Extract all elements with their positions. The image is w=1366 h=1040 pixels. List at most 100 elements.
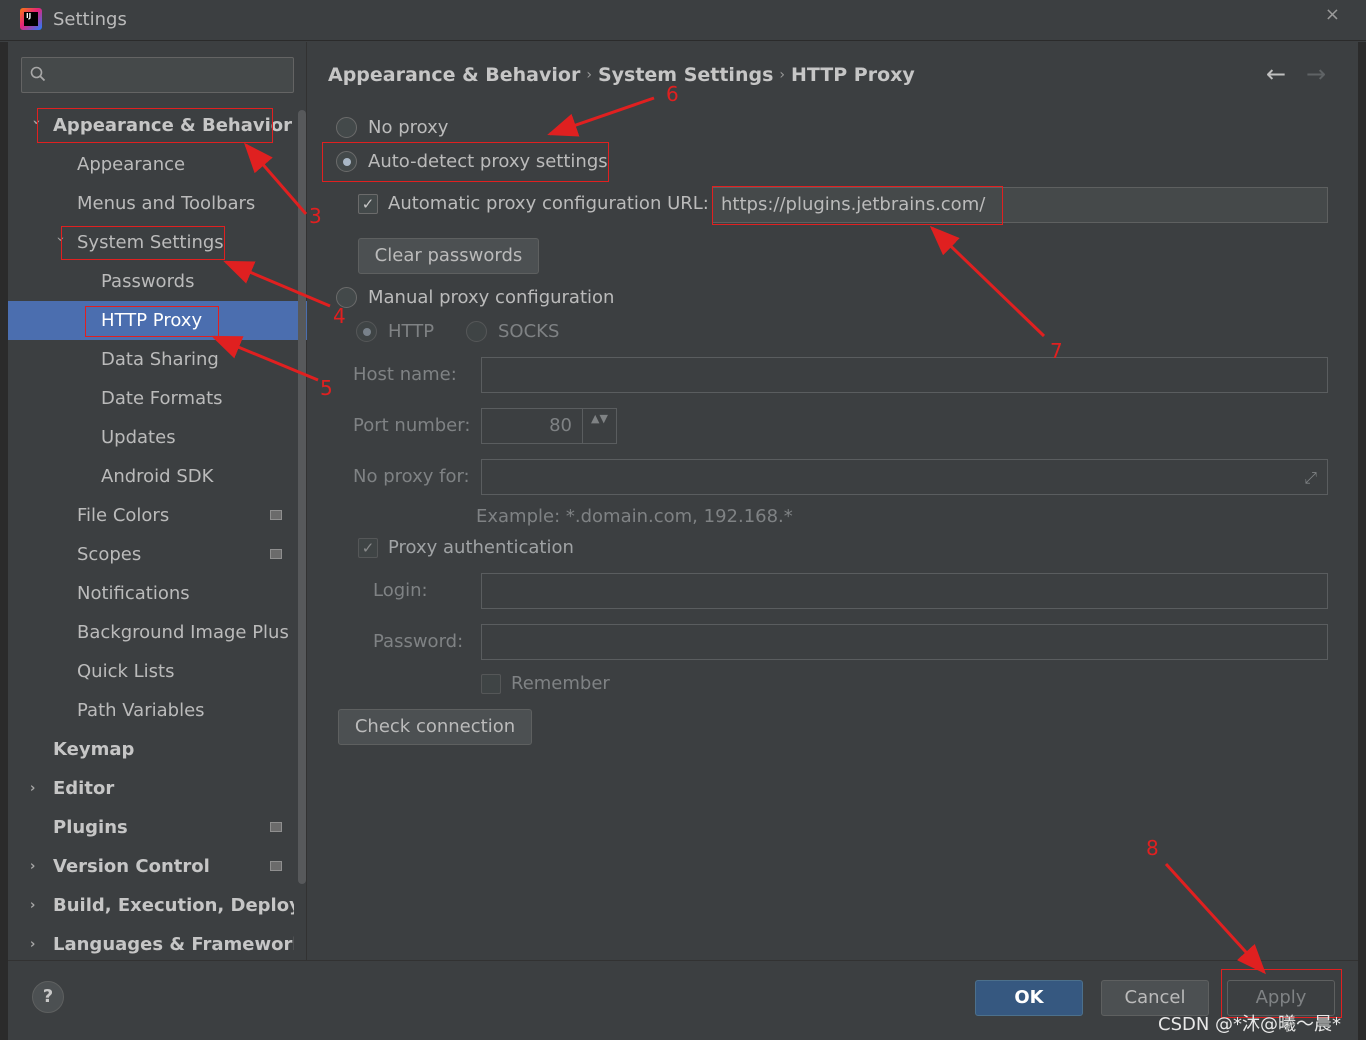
- search-input[interactable]: [21, 57, 294, 93]
- breadcrumb-separator: ›: [779, 67, 785, 83]
- tree-item-version-control[interactable]: › Version Control: [8, 847, 294, 886]
- remember-label[interactable]: Remember: [511, 673, 610, 694]
- title-bar: IJ Settings ×: [0, 0, 1366, 41]
- spinner-arrows-icon[interactable]: ▲▼: [582, 409, 616, 443]
- chevron-right-icon[interactable]: ›: [30, 769, 42, 808]
- tree-item-scopes[interactable]: Scopes: [8, 535, 294, 574]
- settings-sidebar: › Appearance & Behavior Appearance Menus…: [8, 42, 307, 960]
- tree-item-file-colors[interactable]: File Colors: [8, 496, 294, 535]
- window-title: Settings: [53, 9, 127, 30]
- tree-item-label: Passwords: [101, 271, 195, 292]
- tree-item-keymap[interactable]: Keymap: [8, 730, 294, 769]
- manual-proxy-label[interactable]: Manual proxy configuration: [368, 287, 614, 308]
- dialog-footer: ? OK Cancel Apply: [8, 960, 1358, 1032]
- login-input[interactable]: [481, 573, 1328, 609]
- host-name-input[interactable]: [481, 357, 1328, 393]
- back-arrow-icon[interactable]: ←: [1266, 60, 1286, 88]
- annotation-box-auto-detect: [322, 142, 609, 182]
- proxy-auth-label[interactable]: Proxy authentication: [388, 537, 574, 558]
- tree-item-path-variables[interactable]: Path Variables: [8, 691, 294, 730]
- tree-item-data-sharing[interactable]: Data Sharing: [8, 340, 294, 379]
- proxy-auth-checkbox[interactable]: ✓: [358, 538, 378, 558]
- port-number-stepper[interactable]: 80 ▲▼: [481, 408, 617, 444]
- no-proxy-for-input[interactable]: ⤢: [481, 459, 1328, 495]
- tree-item-languages-frameworks[interactable]: › Languages & Frameworks: [8, 925, 294, 964]
- check-connection-button[interactable]: Check connection: [338, 709, 532, 745]
- port-number-label: Port number:: [353, 415, 471, 436]
- chevron-right-icon[interactable]: ›: [30, 847, 42, 886]
- annotation-box-auto-url: [712, 186, 1003, 225]
- clear-passwords-button[interactable]: Clear passwords: [358, 238, 539, 274]
- http-label[interactable]: HTTP: [388, 321, 434, 342]
- login-label: Login:: [373, 580, 428, 601]
- watermark: CSDN @*沐@曦～晨*: [1158, 1014, 1342, 1035]
- annotation-box-system-settings: [61, 226, 225, 260]
- annotation-box-appearance-behavior: [37, 108, 273, 143]
- expand-icon[interactable]: ⤢: [1304, 468, 1317, 488]
- chevron-right-icon[interactable]: ›: [30, 925, 42, 964]
- tree-item-label: Version Control: [53, 856, 210, 877]
- breadcrumb-item: HTTP Proxy: [791, 64, 915, 86]
- help-icon[interactable]: ?: [32, 981, 64, 1013]
- ok-button[interactable]: OK: [975, 980, 1083, 1016]
- tree-item-updates[interactable]: Updates: [8, 418, 294, 457]
- remember-checkbox[interactable]: [481, 674, 501, 694]
- tree-item-quick-lists[interactable]: Quick Lists: [8, 652, 294, 691]
- annotation-box-http-proxy: [85, 306, 219, 337]
- close-icon[interactable]: ×: [1325, 4, 1340, 25]
- no-proxy-example-hint: Example: *.domain.com, 192.168.*: [476, 506, 793, 527]
- socks-label[interactable]: SOCKS: [498, 321, 559, 342]
- tree-item-label: Background Image Plus: [77, 622, 289, 643]
- no-proxy-label[interactable]: No proxy: [368, 117, 448, 138]
- intellij-logo-icon: IJ: [20, 8, 42, 30]
- password-label: Password:: [373, 631, 464, 652]
- breadcrumb: Appearance & Behavior › System Settings › HT…: [328, 64, 915, 86]
- no-proxy-for-label: No proxy for:: [353, 466, 470, 487]
- project-level-icon: [270, 510, 282, 520]
- tree-item-label: Scopes: [77, 544, 142, 565]
- tree-item-label: Path Variables: [77, 700, 205, 721]
- tree-item-label: Menus and Toolbars: [77, 193, 256, 214]
- chevron-right-icon[interactable]: ›: [30, 886, 42, 925]
- breadcrumb-item: System Settings: [597, 64, 774, 86]
- no-proxy-radio[interactable]: [336, 117, 357, 138]
- tree-item-label: Updates: [101, 427, 176, 448]
- tree-item-menus-toolbars[interactable]: Menus and Toolbars: [8, 184, 294, 223]
- forward-arrow-icon[interactable]: →: [1306, 60, 1326, 88]
- right-window-edge: [1358, 42, 1366, 1040]
- annotation-number-3: 3: [309, 204, 322, 228]
- tree-item-plugins[interactable]: Plugins: [8, 808, 294, 847]
- left-window-edge: [0, 42, 8, 1040]
- password-input[interactable]: [481, 624, 1328, 660]
- port-number-value: 80: [549, 415, 572, 436]
- tree-item-background-image-plus[interactable]: Background Image Plus: [8, 613, 294, 652]
- breadcrumb-separator: ›: [586, 67, 592, 83]
- tree-item-passwords[interactable]: Passwords: [8, 262, 294, 301]
- tree-item-editor[interactable]: › Editor: [8, 769, 294, 808]
- tree-item-label: Quick Lists: [77, 661, 175, 682]
- tree-item-notifications[interactable]: Notifications: [8, 574, 294, 613]
- auto-url-checkbox[interactable]: ✓: [358, 194, 378, 214]
- sidebar-scrollbar[interactable]: [298, 110, 306, 884]
- annotation-number-7: 7: [1050, 339, 1063, 363]
- search-icon: [30, 66, 46, 82]
- tree-item-label: Data Sharing: [101, 349, 219, 370]
- annotation-number-5: 5: [320, 376, 333, 400]
- annotation-number-4: 4: [333, 304, 346, 328]
- project-level-icon: [270, 822, 282, 832]
- socks-radio[interactable]: [466, 321, 487, 342]
- tree-item-label: Keymap: [53, 739, 135, 760]
- tree-item-label: File Colors: [77, 505, 170, 526]
- tree-item-label: Android SDK: [101, 466, 214, 487]
- annotation-number-6: 6: [666, 82, 679, 106]
- breadcrumb-item: Appearance & Behavior: [328, 64, 581, 86]
- tree-item-build-execution[interactable]: › Build, Execution, Deployment: [8, 886, 294, 925]
- tree-item-label: Editor: [53, 778, 115, 799]
- tree-item-appearance[interactable]: Appearance: [8, 145, 294, 184]
- tree-item-label: Plugins: [53, 817, 128, 838]
- http-radio[interactable]: [356, 321, 377, 342]
- annotation-number-8: 8: [1146, 836, 1159, 860]
- tree-item-android-sdk[interactable]: Android SDK: [8, 457, 294, 496]
- auto-url-label: Automatic proxy configuration URL:: [388, 193, 709, 214]
- tree-item-date-formats[interactable]: Date Formats: [8, 379, 294, 418]
